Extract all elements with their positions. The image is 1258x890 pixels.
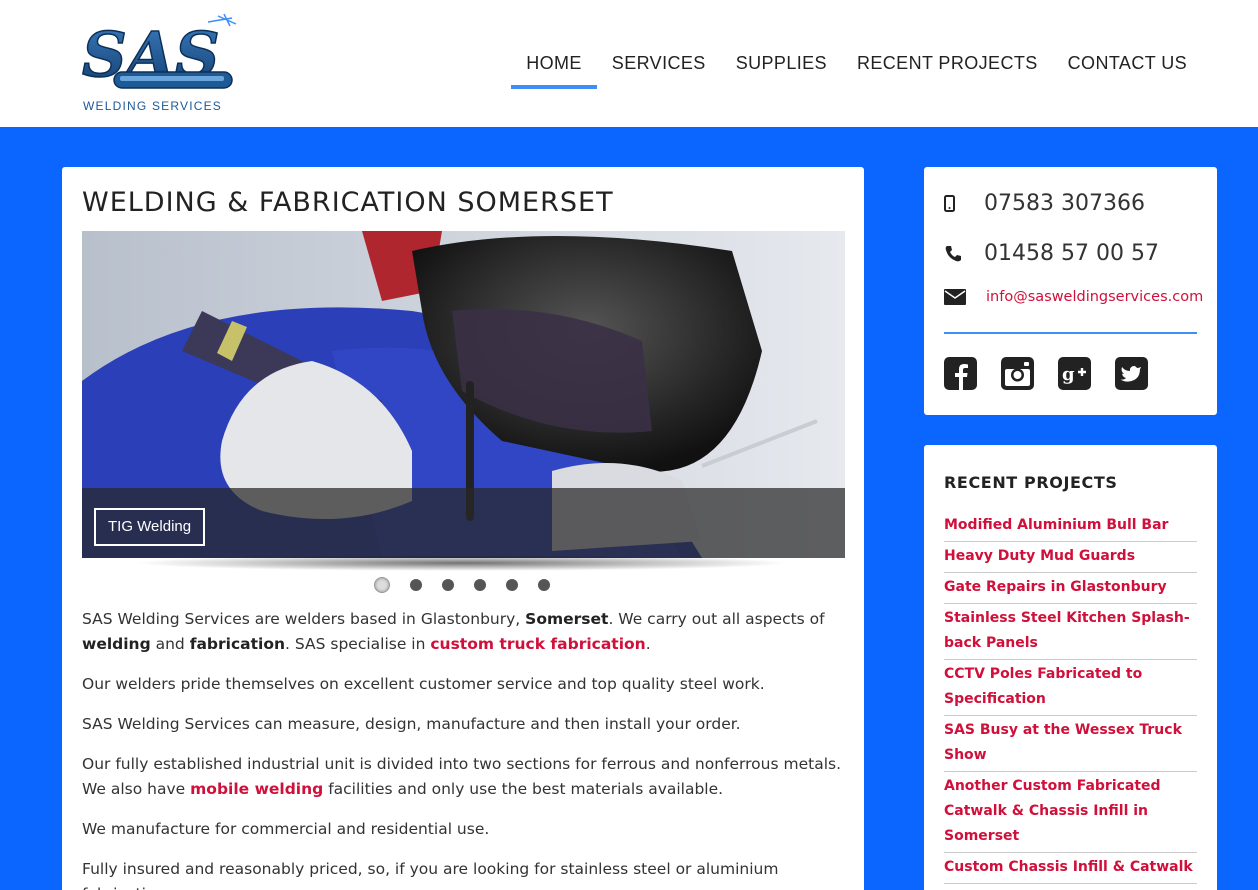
project-link[interactable]: Custom Chassis Infill & Catwalk <box>944 853 1197 884</box>
slider-dot-2[interactable] <box>410 579 422 591</box>
email-link[interactable]: info@sasweldingservices.com <box>986 289 1203 305</box>
email-row: info@sasweldingservices.com <box>944 289 1203 305</box>
twitter-icon[interactable] <box>1115 357 1148 390</box>
text: . We carry out all aspects of <box>608 610 825 628</box>
contact-card: 07583 307366 01458 57 00 57 info@sasweld… <box>924 167 1217 415</box>
landline-number[interactable]: 01458 57 00 57 <box>984 241 1159 266</box>
bold-somerset: Somerset <box>525 610 609 628</box>
text: SAS Welding Services are welders based i… <box>82 610 526 628</box>
slide-caption-bar: TIG Welding <box>82 488 845 558</box>
paragraph-4: Our fully established industrial unit is… <box>82 752 847 802</box>
mobile-row: 07583 307366 <box>944 191 1145 216</box>
slider-dot-1[interactable] <box>374 577 390 593</box>
recent-projects-heading: RECENT PROJECTS <box>944 473 1118 492</box>
nav-recent-projects[interactable]: RECENT PROJECTS <box>842 0 1053 127</box>
recent-projects-list: Modified Aluminium Bull Bar Heavy Duty M… <box>944 511 1197 884</box>
logo-subtext: WELDING SERVICES <box>83 99 222 113</box>
landline-row: 01458 57 00 57 <box>944 241 1159 266</box>
slide-caption[interactable]: TIG Welding <box>94 508 206 546</box>
nav-services[interactable]: SERVICES <box>597 0 721 127</box>
slider-dot-5[interactable] <box>506 579 518 591</box>
paragraph-5: We manufacture for commercial and reside… <box>82 820 490 838</box>
intro-text: SAS Welding Services are welders based i… <box>82 607 847 890</box>
social-links: g <box>944 357 1148 390</box>
image-slider[interactable]: TIG Welding <box>82 231 845 558</box>
site-header: SAS WELDING SERVICES HOME SERVICES SUPPL… <box>0 0 1258 127</box>
slider-dot-4[interactable] <box>474 579 486 591</box>
svg-text:g: g <box>1062 364 1075 385</box>
paragraph-3: SAS Welding Services can measure, design… <box>82 715 741 733</box>
instagram-icon[interactable] <box>1001 357 1034 390</box>
paragraph-6: Fully insured and reasonably priced, so,… <box>82 860 779 890</box>
slider-dot-6[interactable] <box>538 579 550 591</box>
custom-truck-fabrication-link[interactable]: custom truck fabrication <box>430 635 645 653</box>
slider-shadow <box>132 555 792 571</box>
nav-supplies[interactable]: SUPPLIES <box>721 0 842 127</box>
nav-home[interactable]: HOME <box>511 0 597 127</box>
project-link[interactable]: Gate Repairs in Glastonbury <box>944 573 1197 604</box>
project-link[interactable]: Stainless Steel Kitchen Splash-back Pane… <box>944 604 1197 660</box>
text: and <box>150 635 190 653</box>
phone-icon <box>944 245 974 263</box>
project-link[interactable]: SAS Busy at the Wessex Truck Show <box>944 716 1197 772</box>
main-nav: HOME SERVICES SUPPLIES RECENT PROJECTS C… <box>511 0 1202 127</box>
project-link[interactable]: Heavy Duty Mud Guards <box>944 542 1197 573</box>
site-logo[interactable]: SAS WELDING SERVICES <box>80 13 242 114</box>
recent-projects-card: RECENT PROJECTS Modified Aluminium Bull … <box>924 445 1217 890</box>
slider-dots <box>374 577 550 593</box>
google-plus-icon[interactable]: g <box>1058 357 1091 390</box>
bold-welding: welding <box>82 635 151 653</box>
project-link[interactable]: Modified Aluminium Bull Bar <box>944 511 1197 542</box>
paragraph-2: Our welders pride themselves on excellen… <box>82 675 765 693</box>
mobile-number[interactable]: 07583 307366 <box>984 191 1145 216</box>
page-title: WELDING & FABRICATION SOMERSET <box>82 187 614 218</box>
slider-dot-3[interactable] <box>442 579 454 591</box>
contact-divider <box>944 332 1197 334</box>
text: . SAS specialise in <box>285 635 431 653</box>
project-link[interactable]: CCTV Poles Fabricated to Specification <box>944 660 1197 716</box>
project-link[interactable]: Another Custom Fabricated Catwalk & Chas… <box>944 772 1197 853</box>
mobile-welding-link[interactable]: mobile welding <box>190 780 323 798</box>
nav-contact-us[interactable]: CONTACT US <box>1053 0 1202 127</box>
text: . <box>645 635 651 653</box>
envelope-icon <box>944 289 974 305</box>
paragraph-1: SAS Welding Services are welders based i… <box>82 607 847 657</box>
bold-fabrication: fabrication <box>189 635 286 653</box>
sas-logo-graphic: SAS WELDING SERVICES <box>81 13 237 113</box>
main-content-card: WELDING & FABRICATION SOMERSET TIG Weldi… <box>62 167 864 890</box>
mobile-phone-icon <box>944 194 974 213</box>
text: facilities and only use the best materia… <box>323 780 724 798</box>
facebook-icon[interactable] <box>944 357 977 390</box>
